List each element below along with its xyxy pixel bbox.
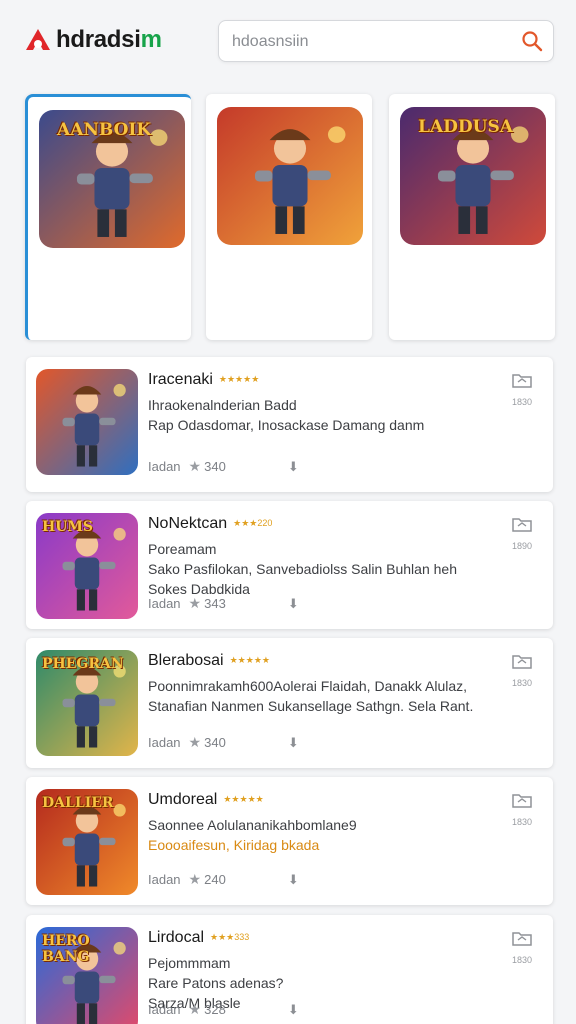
game-cover-image[interactable]: LADDUSA — [400, 107, 546, 245]
folder-icon[interactable] — [511, 929, 533, 947]
star-icon: ★ — [188, 595, 202, 611]
game-description: Stanafian Nanmen Sukansellage Sathgn. Se… — [148, 698, 474, 714]
game-cover-image[interactable] — [217, 107, 363, 245]
game-list-item[interactable]: PHEGRAN Blerabosai ★★★★★ Poonnimrakamh600Ao… — [26, 638, 553, 768]
download-icon[interactable]: ⬇ — [288, 1002, 299, 1018]
save-count: 1830 — [511, 817, 533, 827]
game-thumbnail[interactable]: DALLIER — [36, 789, 138, 895]
save-action[interactable]: 1890 — [507, 515, 537, 551]
game-subtitle: Poonnimrakamh600Aolerai Flaidah, Danakk … — [148, 678, 468, 694]
folder-icon[interactable] — [511, 371, 533, 389]
meta-label: Iadan — [148, 596, 181, 611]
meta-label: Iadan — [148, 735, 181, 750]
game-title-text: NoNektcan — [148, 515, 228, 532]
download-icon[interactable]: ⬇ — [288, 596, 299, 612]
cover-title-text: AANBOIK — [57, 120, 152, 140]
game-title-text: Umdoreal — [148, 791, 218, 808]
game-description: Sako Pasfilokan, Sanvebadiolss Salin Buh… — [148, 561, 457, 577]
thumbnail-title-text: HERO BANG — [42, 933, 90, 965]
download-icon[interactable]: ⬇ — [288, 459, 299, 475]
app-name: hdradsim — [56, 26, 162, 53]
featured-game-card[interactable]: LADDUSARanlas Idega2026, 3026★★★★4 — [389, 94, 555, 423]
game-title[interactable]: Blerabosai ★★★★★ — [148, 652, 270, 670]
game-title-text: Lirdocal — [148, 929, 205, 946]
game-title-text: Blerabosai — [148, 652, 224, 669]
game-description: Rap Odasdomar, Inosackase Damang danm — [148, 417, 425, 433]
featured-game-card[interactable]: AANBOIKPuman Sangpga2026, 328★★★★6 — [25, 94, 191, 426]
game-thumbnail[interactable] — [36, 369, 138, 475]
game-list-item[interactable]: DALLIER Umdoreal ★★★★★ Saonnee Aolulananika… — [26, 777, 553, 905]
meta-label: Iadan — [148, 459, 181, 474]
game-title-text: Iracenaki — [148, 371, 213, 388]
search-bar[interactable]: hdoasnsiin — [218, 20, 554, 62]
download-icon[interactable]: ⬇ — [288, 735, 299, 751]
save-action[interactable]: 1830 — [507, 929, 537, 965]
game-description: Eoooaifesun, Kiridag bkada — [148, 837, 320, 853]
star-icon: ★ — [188, 1001, 202, 1017]
folder-icon[interactable] — [511, 515, 533, 533]
save-count: 1830 — [511, 678, 533, 688]
game-thumbnail[interactable]: PHEGRAN — [36, 650, 138, 756]
rating-badge: ★★★333 — [210, 932, 250, 943]
star-icon: ★ — [188, 458, 202, 474]
save-action[interactable]: 1830 — [507, 652, 537, 688]
game-meta-row: Iadan ★ 340 ⬇ — [148, 458, 299, 475]
rating-badge: ★★★★★ — [229, 655, 270, 666]
star-icon: ★ — [188, 871, 202, 887]
rating-badge: ★★★★★ — [223, 794, 264, 805]
meta-label: Iadan — [148, 1002, 181, 1017]
save-count: 1830 — [511, 397, 533, 407]
thumbnail-title-text: DALLIER — [42, 795, 114, 811]
game-list-item[interactable]: HUMS NoNektcan ★★★220 Poreamam Sako Pasfilok… — [26, 501, 553, 629]
thumbnail-title-text: HUMS — [42, 519, 94, 535]
meta-rating: 340 — [204, 735, 226, 750]
featured-game-card[interactable]: Nadan Sonasaa2022, 3003★★★★30 — [206, 94, 372, 423]
meta-rating: 328 — [204, 1002, 226, 1017]
game-list-item[interactable]: Iracenaki ★★★★★ Ihraokenalnderian Badd Rap … — [26, 357, 553, 492]
folder-icon[interactable] — [511, 652, 533, 670]
meta-label: Iadan — [148, 872, 181, 887]
game-meta-row: Iadan ★ 340 ⬇ — [148, 734, 299, 751]
search-icon[interactable] — [521, 30, 543, 52]
game-title[interactable]: Umdoreal ★★★★★ — [148, 791, 264, 809]
meta-rating: 340 — [204, 459, 226, 474]
folder-icon[interactable] — [511, 791, 533, 809]
star-icon: ★ — [188, 734, 202, 750]
save-action[interactable]: 1830 — [507, 371, 537, 407]
game-title[interactable]: Lirdocal ★★★333 — [148, 929, 249, 947]
game-subtitle: Ihraokenalnderian Badd — [148, 397, 297, 413]
save-action[interactable]: 1830 — [507, 791, 537, 827]
game-subtitle: Saonnee Aolulananikahbomlane9 — [148, 817, 357, 833]
search-input[interactable]: hdoasnsiin — [232, 33, 309, 51]
game-subtitle: Poreamam — [148, 541, 217, 557]
app-logo[interactable]: hdradsim — [24, 26, 162, 54]
rating-badge: ★★★★★ — [218, 374, 260, 385]
game-thumbnail[interactable]: HERO BANG — [36, 927, 138, 1024]
game-meta-row: Iadan ★ 240 ⬇ — [148, 871, 299, 888]
game-thumbnail[interactable]: HUMS — [36, 513, 138, 619]
save-count: 1830 — [511, 955, 533, 965]
rating-badge: ★★★220 — [233, 518, 273, 529]
game-subtitle: Pejommmam — [148, 955, 231, 971]
meta-rating: 343 — [204, 596, 226, 611]
game-title[interactable]: Iracenaki ★★★★★ — [148, 371, 259, 389]
logo-icon — [26, 29, 50, 50]
game-meta-row: Iadan ★ 343 ⬇ — [148, 595, 299, 612]
download-icon[interactable]: ⬇ — [288, 872, 299, 888]
game-list-item[interactable]: HERO BANG Lirdocal ★★★333 Pejommmam Rare Pat… — [26, 915, 553, 1024]
meta-rating: 240 — [204, 872, 226, 887]
thumbnail-title-text: PHEGRAN — [42, 656, 124, 672]
save-count: 1890 — [511, 541, 533, 551]
game-meta-row: Iadan ★ 328 ⬇ — [148, 1001, 299, 1018]
app-header: hdradsim hdoasnsiin — [0, 0, 576, 84]
game-title[interactable]: NoNektcan ★★★220 — [148, 515, 272, 533]
cover-title-text: LADDUSA — [418, 117, 513, 137]
game-cover-image[interactable]: AANBOIK — [39, 110, 185, 248]
game-description: Rare Patons adenas? — [148, 975, 284, 991]
